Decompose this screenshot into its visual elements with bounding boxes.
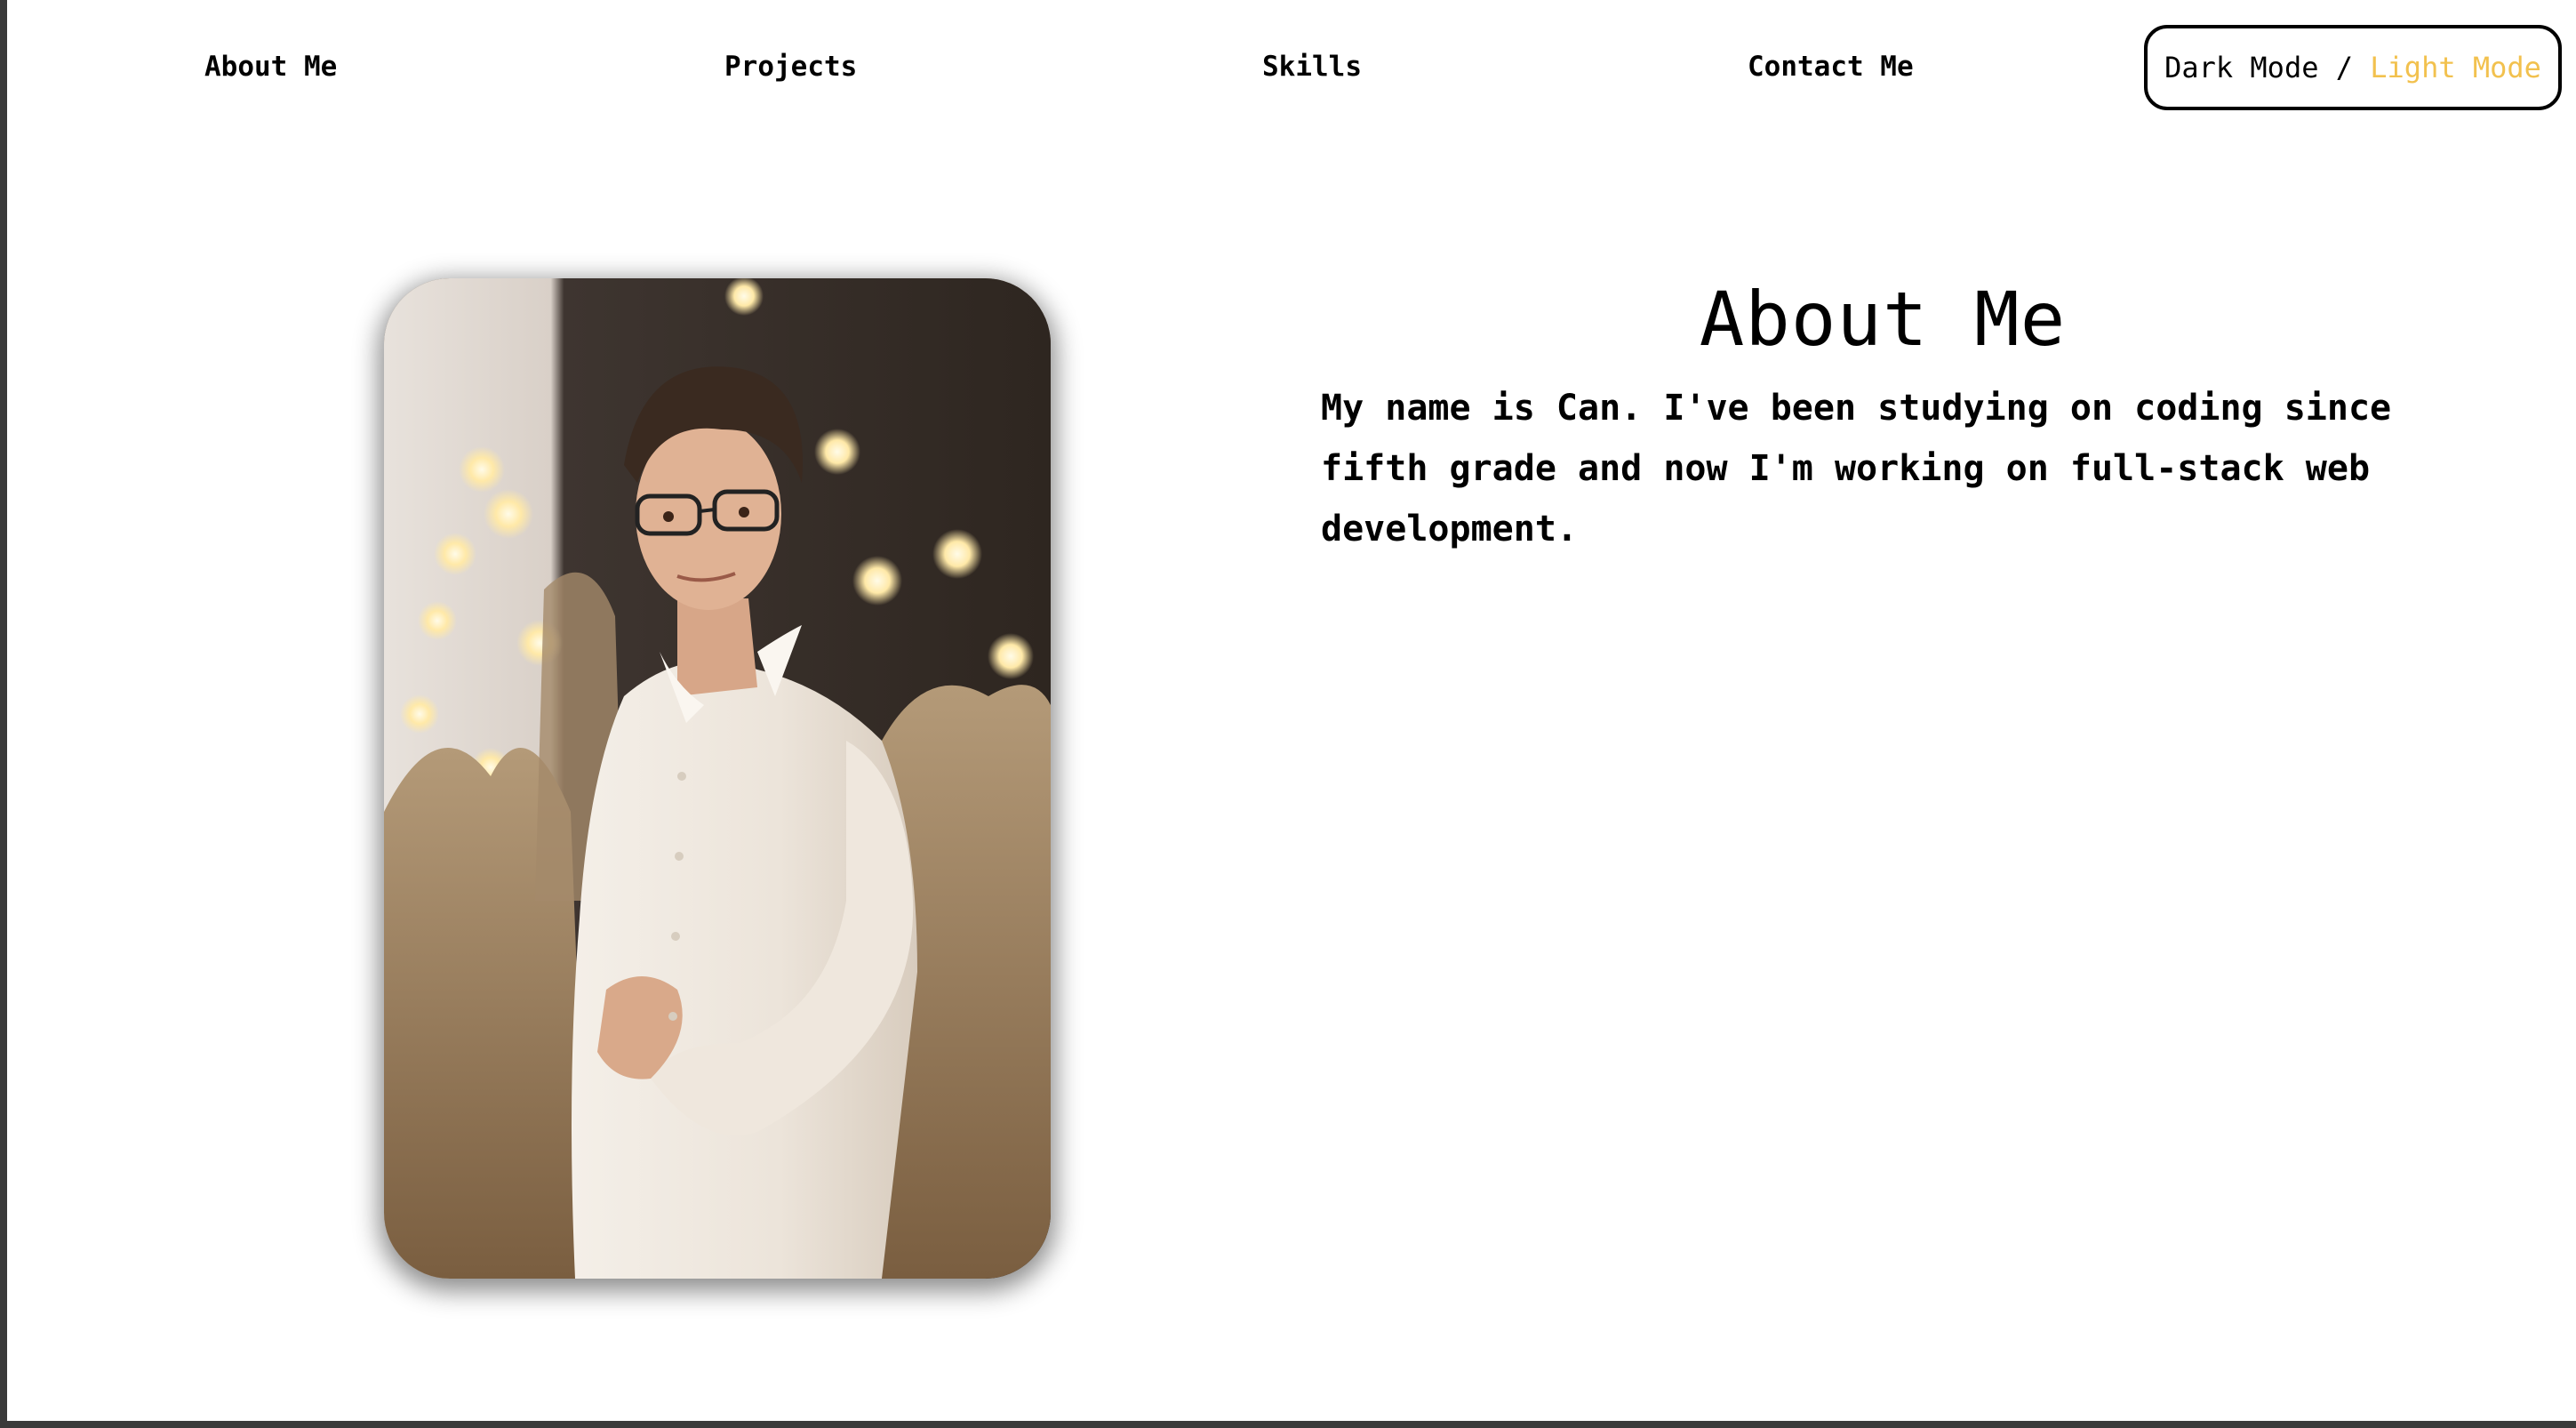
dark-mode-label: Dark Mode xyxy=(2164,51,2319,84)
nav-link-skills[interactable]: Skills xyxy=(1262,44,1362,89)
theme-toggle-button[interactable]: Dark Mode / Light Mode xyxy=(2144,25,2562,110)
light-mode-label: Light Mode xyxy=(2370,51,2541,84)
mode-separator: / xyxy=(2318,51,2371,84)
portrait-photo-illustration xyxy=(384,278,1051,1279)
about-me-heading: About Me xyxy=(1699,276,2067,363)
profile-photo xyxy=(384,278,1051,1279)
page-frame: About Me Projects Skills Contact Me Dark… xyxy=(0,0,2576,1428)
nav-link-projects[interactable]: Projects xyxy=(724,44,857,89)
nav-link-about-me[interactable]: About Me xyxy=(204,44,337,89)
nav-link-contact-me[interactable]: Contact Me xyxy=(1748,44,1914,89)
about-me-text: My name is Can. I've been studying on co… xyxy=(1321,388,2392,550)
